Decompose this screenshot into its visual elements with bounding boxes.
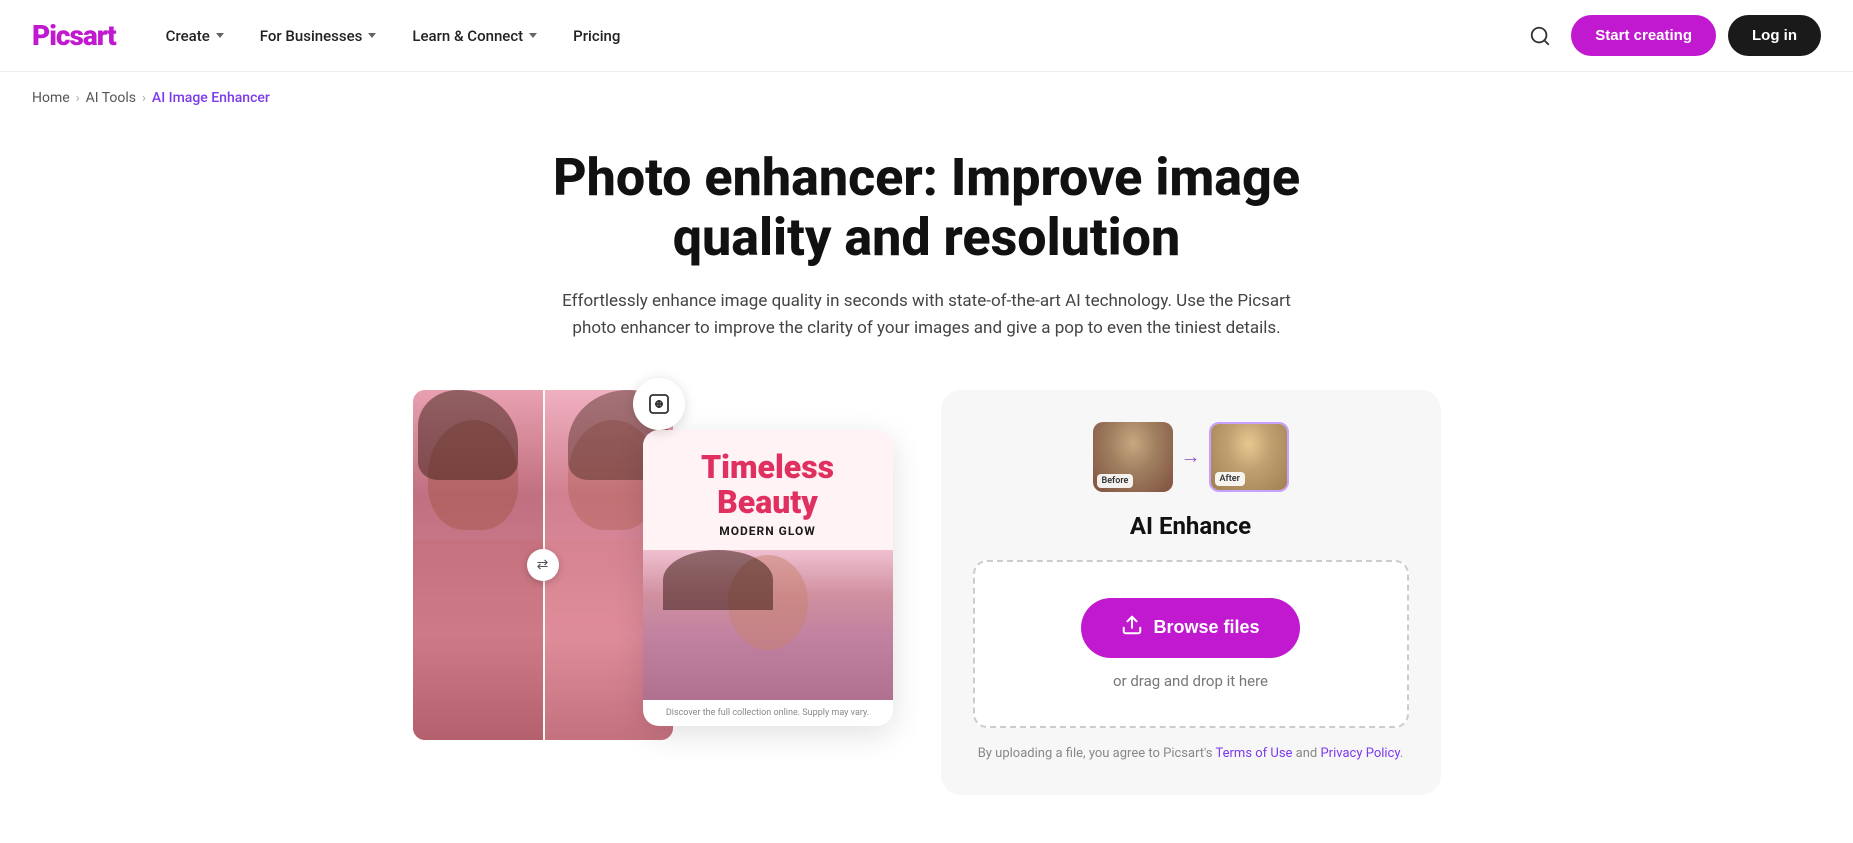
breadcrumb-sep-2: › bbox=[142, 91, 146, 106]
after-label: After bbox=[1215, 472, 1245, 486]
demo-area: ⇄ Timeless Beauty MODERN GLOW bbox=[413, 390, 893, 744]
tos-prefix: By uploading a file, you agree to Picsar… bbox=[978, 746, 1216, 761]
privacy-link[interactable]: Privacy Policy bbox=[1320, 746, 1399, 761]
breadcrumb-current: AI Image Enhancer bbox=[152, 90, 270, 106]
nav-create[interactable]: Create bbox=[152, 19, 238, 53]
breadcrumb-ai-tools[interactable]: AI Tools bbox=[86, 90, 136, 106]
nav-pricing-label: Pricing bbox=[573, 27, 620, 45]
overlay-title-line2: Beauty bbox=[717, 483, 818, 521]
upload-icon bbox=[1121, 614, 1143, 642]
before-after-row: Before → After bbox=[1093, 422, 1289, 492]
upload-panel-title: AI Enhance bbox=[1130, 512, 1251, 540]
tos-middle: and bbox=[1292, 746, 1320, 761]
before-after-arrow: → bbox=[1181, 444, 1201, 469]
login-button[interactable]: Log in bbox=[1728, 15, 1821, 56]
hero-title: Photo enhancer: Improve image quality an… bbox=[477, 148, 1377, 268]
breadcrumb-home[interactable]: Home bbox=[32, 90, 70, 106]
enhance-icon-badge bbox=[633, 378, 685, 430]
search-button[interactable] bbox=[1521, 17, 1559, 55]
overlay-footer: Discover the full collection online. Sup… bbox=[643, 700, 893, 726]
hero-section: Photo enhancer: Improve image quality an… bbox=[0, 116, 1853, 342]
terms-link[interactable]: Terms of Use bbox=[1216, 746, 1293, 761]
start-creating-button[interactable]: Start creating bbox=[1571, 15, 1716, 56]
woman-photo bbox=[643, 550, 893, 700]
nav-businesses-chevron bbox=[368, 33, 376, 38]
search-icon bbox=[1529, 25, 1551, 47]
hero-subtitle: Effortlessly enhance image quality in se… bbox=[547, 288, 1307, 342]
browse-files-button[interactable]: Browse files bbox=[1081, 598, 1299, 658]
content-row: ⇄ Timeless Beauty MODERN GLOW bbox=[227, 390, 1627, 843]
nav-learn-connect[interactable]: Learn & Connect bbox=[398, 19, 551, 53]
overlay-card: Timeless Beauty MODERN GLOW Discover the… bbox=[643, 430, 893, 726]
browse-files-label: Browse files bbox=[1153, 617, 1259, 638]
nav-learn-connect-label: Learn & Connect bbox=[412, 27, 523, 45]
overlay-title: Timeless Beauty bbox=[663, 450, 873, 520]
navbar: Picsart Create For Businesses Learn & Co… bbox=[0, 0, 1853, 72]
logo[interactable]: Picsart bbox=[32, 19, 116, 52]
drag-drop-text: or drag and drop it here bbox=[1113, 672, 1268, 690]
nav-for-businesses[interactable]: For Businesses bbox=[246, 19, 391, 53]
breadcrumb: Home › AI Tools › AI Image Enhancer bbox=[0, 72, 1853, 116]
overlay-title-line1: Timeless bbox=[701, 448, 834, 486]
nav-links: Create For Businesses Learn & Connect Pr… bbox=[152, 19, 1522, 53]
tos-suffix: . bbox=[1400, 746, 1403, 761]
before-label: Before bbox=[1097, 474, 1134, 488]
upload-arrow-icon bbox=[1121, 614, 1143, 636]
compare-handle[interactable]: ⇄ bbox=[527, 549, 559, 581]
upload-panel: Before → After AI Enhance Browse files bbox=[941, 390, 1441, 796]
overlay-card-top: Timeless Beauty MODERN GLOW bbox=[643, 430, 893, 550]
enhance-icon bbox=[647, 392, 671, 416]
overlay-subtitle: MODERN GLOW bbox=[663, 524, 873, 538]
nav-create-label: Create bbox=[166, 27, 210, 45]
breadcrumb-sep-1: › bbox=[76, 91, 80, 106]
nav-right: Start creating Log in bbox=[1521, 15, 1821, 56]
nav-create-chevron bbox=[216, 33, 224, 38]
tos-text: By uploading a file, you agree to Picsar… bbox=[978, 744, 1404, 764]
drop-zone[interactable]: Browse files or drag and drop it here bbox=[973, 560, 1409, 728]
nav-for-businesses-label: For Businesses bbox=[260, 27, 363, 45]
nav-pricing[interactable]: Pricing bbox=[559, 19, 634, 53]
before-thumbnail: Before bbox=[1093, 422, 1173, 492]
after-thumbnail: After bbox=[1209, 422, 1289, 492]
nav-learn-chevron bbox=[529, 33, 537, 38]
person-before bbox=[413, 390, 543, 740]
